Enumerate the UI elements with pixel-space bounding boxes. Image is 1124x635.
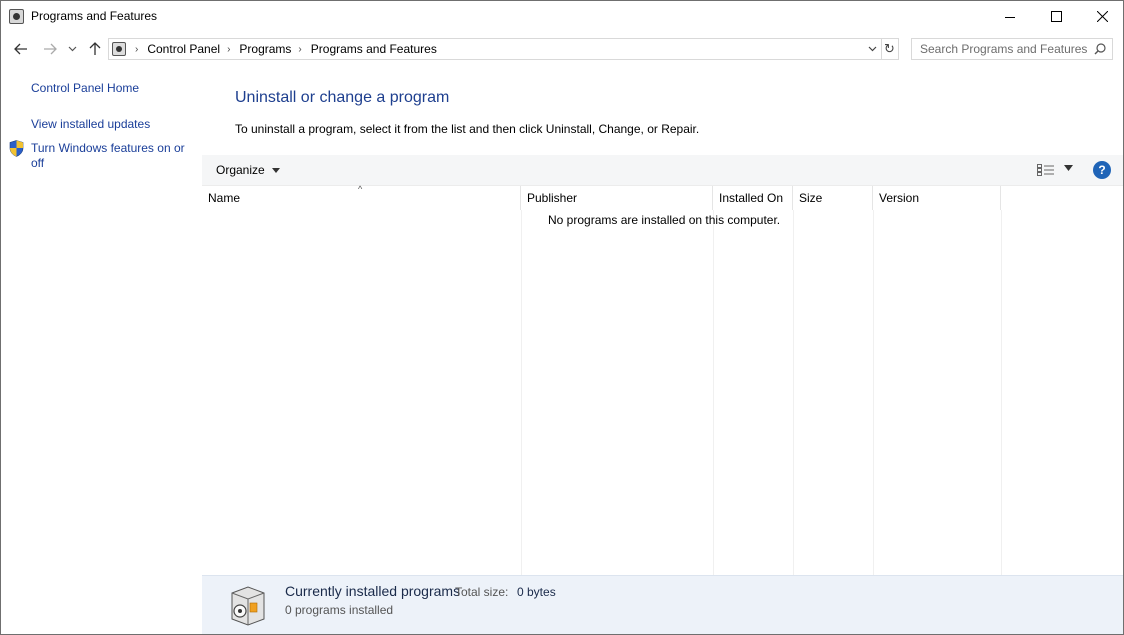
sort-ascending-icon: ^ [358, 184, 363, 194]
details-pane: Currently installed programs Total size:… [202, 575, 1123, 634]
up-button[interactable] [84, 38, 106, 60]
column-divider [713, 210, 714, 575]
breadcrumb-programs[interactable]: Programs [239, 42, 291, 56]
page-title: Uninstall or change a program [235, 89, 450, 106]
window-title: Programs and Features [31, 9, 158, 23]
breadcrumb-separator-icon[interactable]: › [298, 44, 301, 55]
command-bar: Organize ? [202, 155, 1123, 186]
task-pane: Control Panel Home View installed update… [1, 65, 201, 634]
breadcrumb-separator-icon[interactable]: › [135, 44, 138, 55]
title-bar: Programs and Features [1, 1, 1123, 32]
page-description: To uninstall a program, select it from t… [235, 122, 700, 136]
breadcrumb-programs-and-features[interactable]: Programs and Features [311, 42, 437, 56]
back-arrow-icon [14, 43, 27, 55]
minimize-icon [1005, 16, 1015, 18]
view-options-caret-icon [1064, 165, 1073, 171]
help-icon[interactable]: ? [1093, 161, 1111, 179]
search-box[interactable] [911, 38, 1113, 60]
close-button[interactable] [1079, 1, 1124, 32]
empty-list-message: No programs are installed on this comput… [548, 213, 781, 227]
address-dropdown-button[interactable] [863, 39, 881, 59]
control-panel-icon [112, 42, 126, 56]
recent-locations-button[interactable] [64, 38, 80, 60]
uac-shield-icon [9, 140, 24, 157]
refresh-icon: ↻ [884, 41, 895, 56]
control-panel-home-link[interactable]: Control Panel Home [31, 81, 139, 96]
minimize-button[interactable] [987, 1, 1033, 32]
column-divider [873, 210, 874, 575]
turn-windows-features-link[interactable]: Turn Windows features on or off [31, 141, 193, 171]
chevron-down-icon [68, 46, 76, 52]
search-icon [1094, 43, 1106, 55]
organize-label: Organize [216, 163, 265, 177]
installed-programs-icon [231, 586, 265, 626]
column-divider [521, 210, 522, 575]
maximize-icon [1050, 11, 1062, 22]
up-arrow-icon [89, 42, 101, 55]
navigation-bar: › Control Panel › Programs › Programs an… [1, 32, 1123, 65]
forward-button[interactable] [39, 38, 61, 60]
programs-and-features-window: Programs and Features › Control Panel › … [0, 0, 1124, 635]
breadcrumb-control-panel[interactable]: Control Panel [147, 42, 220, 56]
column-divider [793, 210, 794, 575]
details-title: Currently installed programs [285, 583, 461, 599]
column-header-name[interactable]: ^ Name [202, 184, 521, 210]
back-button[interactable] [10, 38, 32, 60]
programs-list[interactable]: ^ Name Publisher Installed On Size Versi… [202, 184, 1123, 575]
refresh-button[interactable]: ↻ [881, 38, 899, 60]
organize-button[interactable]: Organize [216, 163, 280, 177]
view-details-icon [1037, 164, 1054, 176]
address-bar[interactable]: › Control Panel › Programs › Programs an… [108, 38, 882, 60]
close-icon [1096, 11, 1108, 22]
programs-app-icon [9, 9, 24, 24]
main-content: Uninstall or change a program To uninsta… [201, 65, 1123, 634]
programs-count: 0 programs installed [285, 603, 394, 617]
maximize-button[interactable] [1033, 1, 1079, 32]
column-header-installed-on[interactable]: Installed On [713, 186, 793, 210]
breadcrumb-separator-icon[interactable]: › [227, 44, 230, 55]
column-divider [1001, 210, 1002, 575]
total-size-value: 0 bytes [517, 585, 556, 599]
caret-down-icon [271, 167, 280, 173]
total-size-label: Total size: [455, 585, 509, 599]
column-header-publisher[interactable]: Publisher [521, 186, 713, 210]
chevron-down-icon [868, 46, 876, 52]
view-installed-updates-link[interactable]: View installed updates [31, 117, 150, 132]
column-header-size[interactable]: Size [793, 186, 873, 210]
search-input[interactable] [912, 39, 1092, 59]
column-header-version[interactable]: Version [873, 186, 1001, 210]
forward-arrow-icon [44, 43, 57, 55]
breadcrumb: › Control Panel › Programs › Programs an… [131, 42, 437, 56]
